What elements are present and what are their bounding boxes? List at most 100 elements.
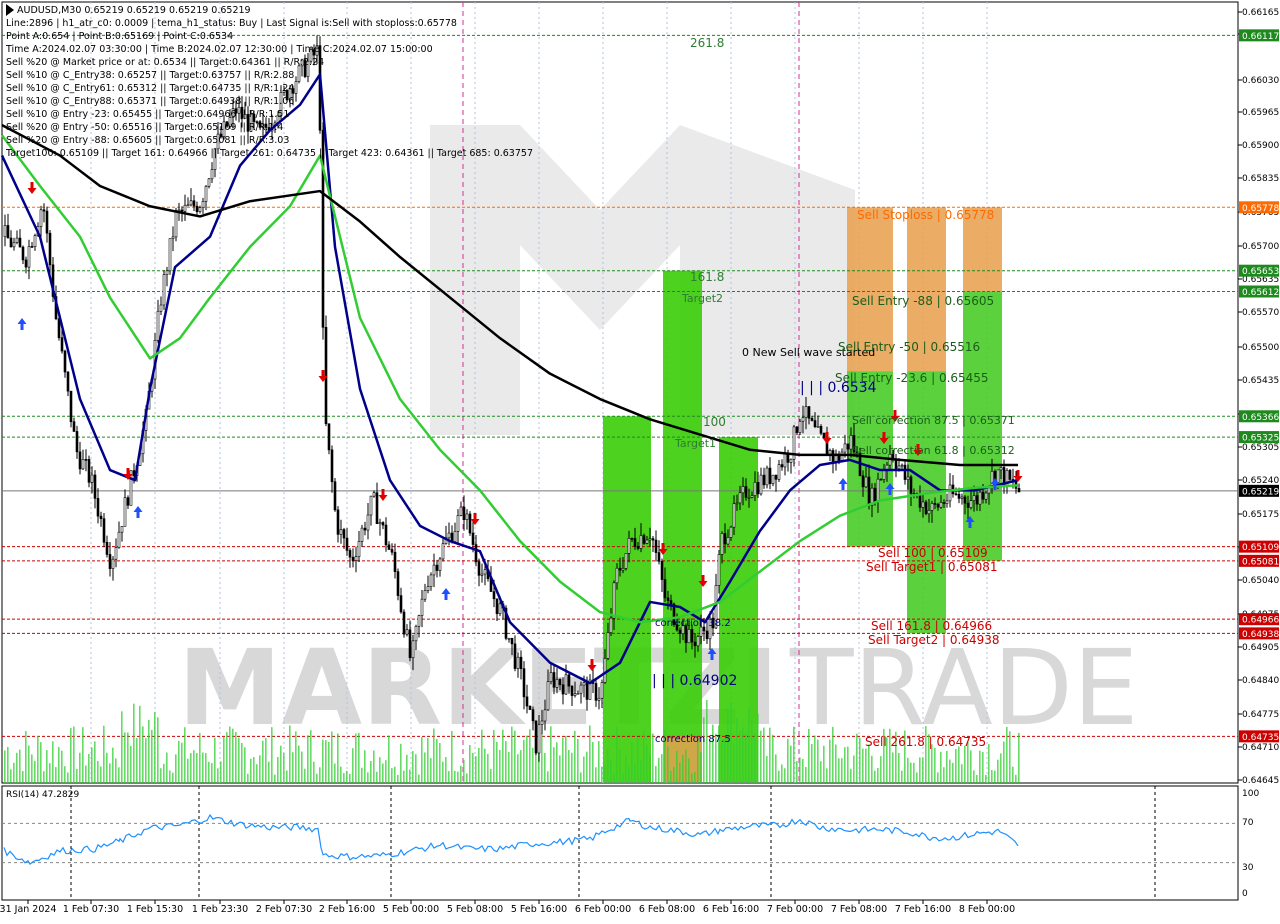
level-label: Sell correction 61.8 | 0.65312	[852, 444, 1015, 457]
candle-body	[645, 539, 649, 544]
volume-bar	[223, 736, 225, 783]
y-tick-label: 0.65435	[1242, 376, 1279, 386]
volume-bar	[316, 773, 318, 783]
volume-bar	[436, 739, 438, 783]
volume-bar	[847, 746, 849, 783]
volume-bar	[526, 735, 528, 783]
candle-body	[63, 350, 67, 373]
candle-body	[405, 629, 409, 635]
candle-body	[663, 579, 667, 599]
candle-body	[462, 506, 466, 521]
x-tick-label: 2 Feb 07:30	[256, 904, 312, 915]
volume-bar	[271, 727, 273, 783]
price-tag: 0.65653	[1242, 267, 1279, 277]
volume-bar	[55, 767, 57, 783]
volume-bar	[358, 732, 360, 783]
candle-body	[414, 625, 418, 642]
volume-bar	[505, 741, 507, 783]
volume-bar	[67, 772, 69, 783]
x-tick-label: 2 Feb 16:00	[319, 904, 375, 915]
volume-bar	[547, 771, 549, 783]
candle-body	[525, 696, 529, 707]
volume-bar	[499, 750, 501, 783]
y-tick-label: 0.65500	[1242, 343, 1279, 353]
volume-bar	[817, 739, 819, 783]
candle-body	[804, 406, 808, 418]
candle-body	[762, 474, 766, 486]
volume-bar	[79, 752, 81, 783]
volume-bar	[61, 750, 63, 783]
volume-bar	[430, 758, 432, 783]
chart-root[interactable]: MARKETZI TRADE 261.8 161.8 Target2 100 Target…	[0, 0, 1280, 920]
candle-body	[465, 513, 469, 521]
volume-bar	[280, 745, 282, 783]
volume-bar	[583, 756, 585, 783]
price-chart[interactable]: MARKETZI TRADE 261.8161.8Target2100Target…	[0, 0, 1280, 920]
volume-bar	[472, 753, 474, 783]
candle-body	[204, 185, 208, 202]
level-label: Sell 100 | 0.65109	[878, 546, 988, 560]
volume-bar	[277, 757, 279, 783]
volume-bar	[742, 727, 744, 783]
info-line: Point A:0.654 | Point B:0.65169 | Point …	[6, 31, 233, 42]
info-line: Sell %10 @ Entry -23: 0.65455 || Target:…	[6, 109, 289, 120]
volume-bar	[103, 725, 105, 783]
candle-body	[687, 629, 691, 644]
volume-bar	[265, 738, 267, 783]
candle-body	[336, 509, 340, 535]
volume-bar	[235, 731, 237, 783]
info-line: Target100: 0.65109 || Target 161: 0.6496…	[5, 148, 533, 159]
volume-bar	[445, 757, 447, 783]
volume-bar	[787, 738, 789, 783]
volume-bar	[676, 750, 678, 783]
volume-bar	[304, 768, 306, 783]
volume-bar	[64, 766, 66, 783]
volume-bar	[679, 762, 681, 783]
volume-bar	[508, 752, 510, 783]
volume-bar	[955, 748, 957, 783]
candle-body	[555, 679, 559, 688]
volume-bar	[238, 737, 240, 783]
volume-bar	[772, 734, 774, 783]
volume-bar	[163, 763, 165, 783]
candle-body	[366, 514, 370, 531]
candle-body	[696, 636, 700, 647]
volume-bar	[550, 726, 552, 783]
candle-body	[78, 451, 82, 470]
candle-body	[999, 467, 1003, 471]
volume-bar	[361, 767, 363, 783]
candle-body	[651, 538, 655, 541]
candle-body	[798, 420, 802, 433]
volume-bar	[250, 758, 252, 783]
candle-body	[960, 496, 964, 499]
volume-bar	[748, 708, 750, 783]
candle-body	[546, 681, 550, 711]
candle-body	[363, 527, 367, 531]
level-label: correction 87.5	[655, 734, 731, 745]
volume-bar	[946, 750, 948, 783]
candle-body	[327, 423, 331, 451]
volume-bar	[43, 771, 45, 783]
volume-bar	[775, 754, 777, 783]
volume-bar	[214, 737, 216, 783]
volume-bar	[58, 746, 60, 783]
volume-bar	[628, 765, 630, 783]
volume-bar	[232, 728, 234, 783]
volume-bar	[844, 747, 846, 783]
volume-bar	[322, 739, 324, 783]
level-zone	[603, 416, 651, 782]
volume-bar	[532, 747, 534, 783]
volume-bar	[13, 762, 15, 783]
candle-body	[381, 522, 385, 526]
candle-body	[93, 474, 97, 499]
volume-bar	[34, 760, 36, 783]
volume-bar	[502, 729, 504, 783]
candle-body	[624, 553, 628, 569]
volume-bar	[262, 740, 264, 783]
candle-body	[564, 674, 568, 695]
info-line: Sell %20 @ Entry -88: 0.65605 || Target:…	[6, 135, 289, 146]
candle-body	[30, 246, 34, 248]
candle-body	[9, 237, 13, 248]
volume-bar	[328, 741, 330, 783]
candle-body	[834, 454, 838, 462]
